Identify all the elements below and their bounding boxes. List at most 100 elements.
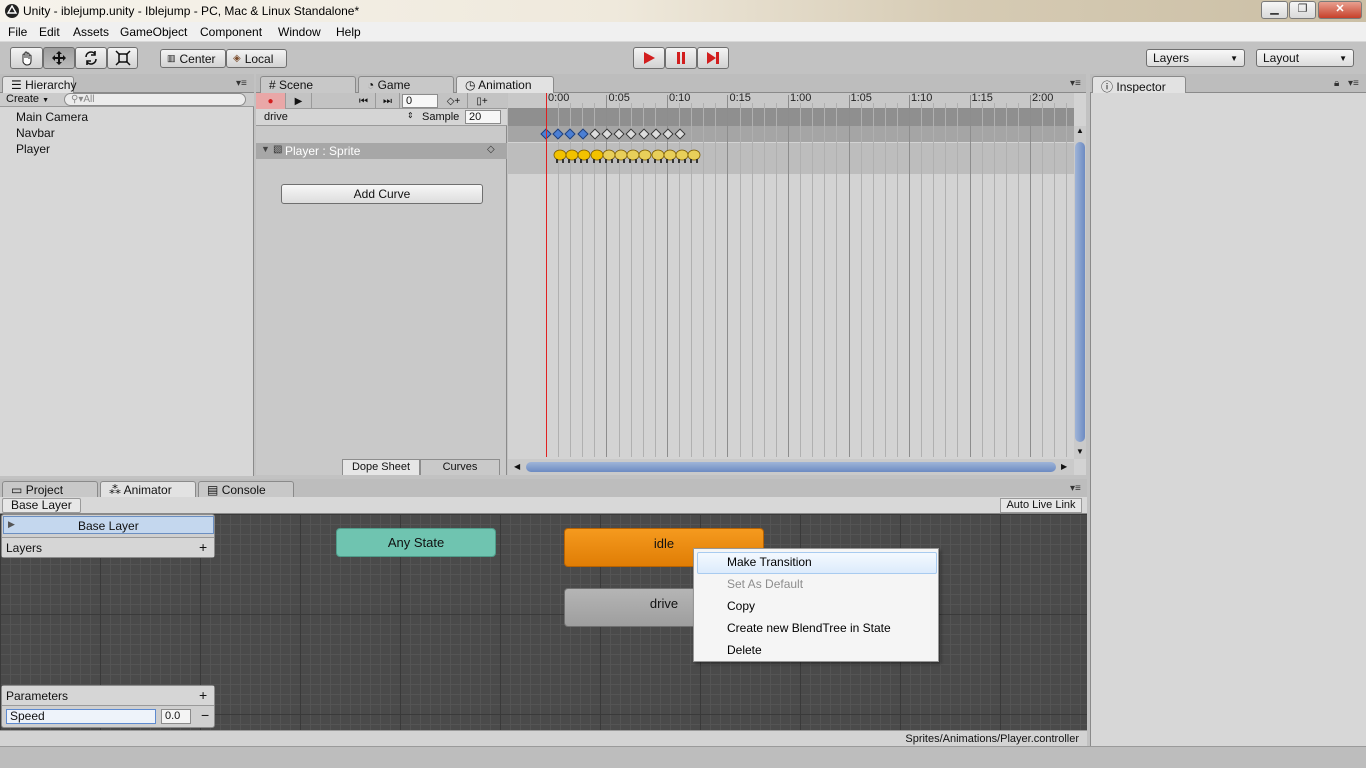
foldout-icon[interactable]: ▼	[261, 144, 270, 154]
hierarchy-item-navbar[interactable]: Navbar	[16, 126, 55, 140]
tab-console-label: Console	[221, 483, 266, 497]
tab-dope-sheet[interactable]: Dope Sheet	[342, 459, 420, 475]
state-any-state[interactable]: Any State	[336, 528, 496, 557]
scroll-up-icon[interactable]: ▲	[1076, 126, 1084, 135]
move-tool-button[interactable]	[43, 47, 75, 69]
grid-tick	[945, 103, 946, 457]
scale-tool-button[interactable]	[107, 47, 138, 69]
sample-field[interactable]: 20	[465, 110, 501, 124]
menu-file[interactable]: File	[8, 25, 27, 39]
menu-edit[interactable]: Edit	[39, 25, 60, 39]
state-context-menu: Make Transition Set As Default Copy Crea…	[693, 548, 939, 662]
hierarchy-item-main-camera[interactable]: Main Camera	[16, 110, 88, 124]
vertical-scrollbar[interactable]: ▲ ▼	[1074, 126, 1086, 459]
panel-menu-icon[interactable]: ▾≡	[1348, 78, 1359, 89]
playhead-line[interactable]	[546, 93, 547, 457]
pause-button[interactable]	[665, 47, 697, 69]
minimize-button[interactable]: ▁	[1261, 1, 1288, 19]
hierarchy-item-player[interactable]: Player	[16, 142, 50, 156]
add-event-button[interactable]: ▯+	[468, 93, 496, 109]
grid-tick	[1018, 103, 1019, 457]
grid-tick	[885, 103, 886, 457]
close-button[interactable]: ✕	[1318, 1, 1362, 19]
record-button[interactable]: ●	[256, 93, 286, 109]
panel-menu-icon[interactable]: ▾≡	[1070, 78, 1081, 89]
parameter-name-field[interactable]: Speed	[6, 709, 156, 724]
tab-animation[interactable]: ◷ Animation	[456, 76, 554, 93]
ruler-label: 0:15	[729, 92, 751, 104]
breadcrumb[interactable]: Base Layer	[2, 498, 81, 513]
parameter-value-field[interactable]: 0.0	[161, 709, 191, 724]
grid-tick	[740, 103, 741, 457]
local-space-icon: ◈	[233, 53, 241, 64]
step-button[interactable]	[697, 47, 729, 69]
scroll-down-icon[interactable]: ▼	[1076, 447, 1084, 456]
layers-header: Layers +	[2, 537, 214, 557]
clock-icon: ◷	[465, 78, 476, 92]
horizontal-scroll-thumb[interactable]	[526, 462, 1056, 472]
unity-logo-icon	[5, 4, 19, 18]
layout-dropdown[interactable]: Layout ▼	[1256, 49, 1354, 67]
tab-game[interactable]: ◔ Game	[358, 76, 454, 93]
keyframe-diamond-icon[interactable]: ◇	[487, 144, 495, 155]
horizontal-scrollbar[interactable]: ◀ ▶	[508, 459, 1074, 475]
menu-gameobject[interactable]: GameObject	[120, 25, 187, 39]
add-parameter-button[interactable]: +	[199, 687, 207, 703]
auto-live-link-toggle[interactable]: Auto Live Link	[1000, 498, 1082, 513]
menu-item-copy[interactable]: Copy	[727, 599, 755, 613]
prev-keyframe-button[interactable]: ⏮	[352, 93, 376, 109]
property-row[interactable]: ▼ ▧ Player : Sprite ◇	[256, 143, 507, 159]
remove-parameter-button[interactable]: −	[201, 707, 209, 723]
layers-dropdown[interactable]: Layers ▼	[1146, 49, 1245, 67]
animation-properties-panel: ● ▶ ⏮ ⏭ 0 ◇+ ▯+ drive ⇕ Sample 20 ▼ ▧ Pl…	[256, 93, 507, 475]
tab-animator[interactable]: ⁂ Animator	[100, 481, 196, 498]
vertical-scroll-thumb[interactable]	[1075, 142, 1085, 442]
move-icon	[52, 51, 66, 65]
rotate-tool-button[interactable]	[75, 47, 107, 69]
tab-hierarchy[interactable]: ☰ Hierarchy	[2, 76, 76, 93]
hierarchy-search-input[interactable]: ⚲▾All	[64, 93, 246, 106]
menu-help[interactable]: Help	[336, 25, 361, 39]
pivot-center-button[interactable]: ▥ Center	[160, 49, 226, 68]
clip-dropdown[interactable]: drive ⇕	[264, 111, 414, 123]
menu-item-make-transition[interactable]: Make Transition	[727, 555, 812, 569]
lock-icon[interactable]: 🔒︎	[1334, 78, 1339, 89]
panel-menu-icon[interactable]: ▾≡	[236, 78, 247, 89]
hand-tool-button[interactable]	[10, 47, 43, 69]
menu-component[interactable]: Component	[200, 25, 262, 39]
frame-field[interactable]: 0	[402, 94, 438, 108]
pause-icon	[677, 52, 685, 64]
ruler-label: 1:05	[850, 92, 872, 104]
panel-menu-icon[interactable]: ▾≡	[1070, 483, 1081, 494]
next-keyframe-button[interactable]: ⏭	[376, 93, 400, 109]
play-button[interactable]	[633, 47, 665, 69]
sprite-frame-thumbnail[interactable]	[687, 147, 701, 165]
scroll-left-icon[interactable]: ◀	[514, 462, 520, 471]
frame-field-holder: 0	[400, 93, 440, 109]
add-keyframe-button[interactable]: ◇+	[440, 93, 468, 109]
grid-tick	[994, 103, 995, 457]
add-curve-button[interactable]: Add Curve	[281, 184, 483, 204]
tab-project[interactable]: ▭ Project	[2, 481, 98, 498]
space-local-button[interactable]: ◈ Local	[226, 49, 287, 68]
tab-scene[interactable]: # Scene	[260, 76, 356, 93]
menu-assets[interactable]: Assets	[73, 25, 109, 39]
tab-console[interactable]: ▤ Console	[198, 481, 294, 498]
layer-row-base[interactable]: ▶ Base Layer	[3, 516, 214, 534]
menu-item-create-blendtree[interactable]: Create new BlendTree in State	[727, 621, 891, 635]
menu-item-delete[interactable]: Delete	[727, 643, 762, 657]
maximize-button[interactable]: ❐	[1289, 1, 1316, 19]
dopesheet-area[interactable]: 0:00 0:05 0:10 0:15 1:00 1:05 1:10 1:15 2:00 ▲ ▼…	[508, 92, 1086, 475]
menu-item-set-as-default[interactable]: Set As Default	[727, 577, 803, 591]
expand-icon[interactable]: ▶	[8, 519, 15, 530]
window-title-bar: Unity - iblejump.unity - Iblejump - PC, …	[0, 0, 1366, 22]
add-layer-button[interactable]: +	[199, 539, 207, 555]
create-dropdown[interactable]: Create ▼	[6, 93, 49, 105]
scroll-right-icon[interactable]: ▶	[1061, 462, 1067, 471]
tab-curves[interactable]: Curves	[420, 459, 500, 475]
anim-play-button[interactable]: ▶	[286, 93, 312, 109]
menu-window[interactable]: Window	[278, 25, 321, 39]
scale-icon	[114, 50, 131, 66]
tab-inspector[interactable]: ⓘ Inspector	[1092, 76, 1186, 94]
